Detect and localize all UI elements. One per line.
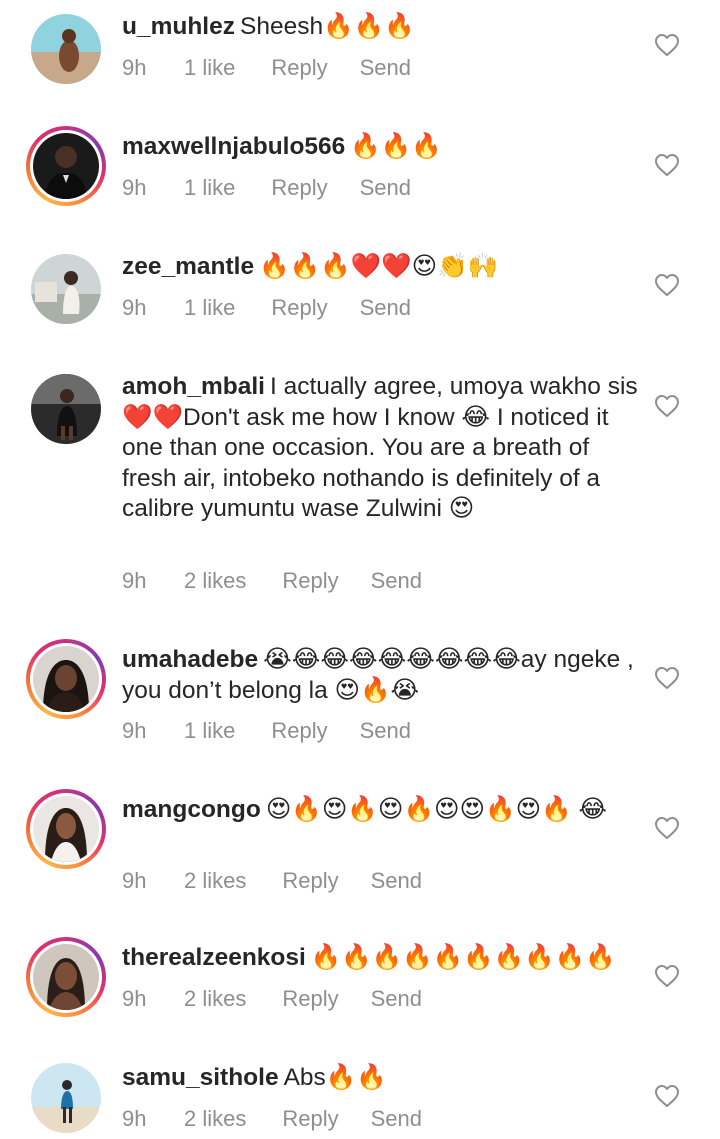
heart-outline-icon[interactable] <box>654 1084 680 1108</box>
send-button[interactable]: Send <box>360 718 411 744</box>
heart-outline-icon[interactable] <box>654 666 680 690</box>
comment-likes[interactable]: 2 likes <box>184 868 246 894</box>
comment-body: therealzeenkosi 🔥🔥🔥🔥🔥🔥🔥🔥🔥🔥 <box>122 943 642 974</box>
avatar[interactable] <box>26 9 106 89</box>
avatar[interactable] <box>26 1058 106 1138</box>
avatar-image <box>33 646 99 712</box>
comment-time: 9h <box>122 568 147 593</box>
comment-time: 9h <box>122 1106 147 1131</box>
comment-text: 🔥🔥🔥 <box>350 133 442 160</box>
send-button[interactable]: Send <box>371 568 422 594</box>
avatar[interactable] <box>26 126 106 206</box>
comment-likes[interactable]: 1 like <box>184 295 235 321</box>
reply-button[interactable]: Reply <box>271 175 327 201</box>
comment-meta: 9h 2 likes Reply Send <box>122 1106 422 1132</box>
comment-time: 9h <box>122 295 147 320</box>
comment-meta: 9h 1 like Reply Send <box>122 718 411 744</box>
heart-outline-icon[interactable] <box>654 816 680 840</box>
comment-meta: 9h 2 likes Reply Send <box>122 868 422 894</box>
avatar[interactable] <box>26 249 106 329</box>
comment-meta: 9h 1 like Reply Send <box>122 55 411 81</box>
comment-username[interactable]: umahadebe <box>122 646 258 673</box>
comment-text: Sheesh🔥🔥🔥 <box>240 13 415 40</box>
avatar[interactable] <box>26 937 106 1017</box>
comment-text: Abs🔥🔥 <box>283 1064 387 1091</box>
avatar[interactable] <box>26 789 106 869</box>
avatar-image <box>33 796 99 862</box>
reply-button[interactable]: Reply <box>271 55 327 81</box>
comment-meta: 9h 2 likes Reply Send <box>122 568 422 594</box>
comment-meta: 9h 1 like Reply Send <box>122 295 411 321</box>
avatar-image <box>31 1063 101 1133</box>
heart-outline-icon[interactable] <box>654 964 680 988</box>
send-button[interactable]: Send <box>371 868 422 894</box>
reply-button[interactable]: Reply <box>271 718 327 744</box>
avatar-image <box>31 14 101 84</box>
avatar-image <box>33 944 99 1010</box>
avatar-image <box>31 374 101 444</box>
send-button[interactable]: Send <box>371 986 422 1012</box>
comment-body: amoh_mbali I actually agree, umoya wakho … <box>122 372 642 525</box>
avatar-image <box>31 254 101 324</box>
heart-outline-icon[interactable] <box>654 153 680 177</box>
comment-body: umahadebe 😭😂😂😂😂😂😂😂😂ay ngeke , you don’t b… <box>122 645 642 706</box>
comment-text: 🔥🔥🔥🔥🔥🔥🔥🔥🔥🔥 <box>310 944 616 971</box>
comment-body: zee_mantle 🔥🔥🔥❤️❤️😍👏🙌 <box>122 252 642 283</box>
comment-likes[interactable]: 2 likes <box>184 568 246 594</box>
comment-likes[interactable]: 1 like <box>184 55 235 81</box>
reply-button[interactable]: Reply <box>282 1106 338 1132</box>
comment-likes[interactable]: 2 likes <box>184 1106 246 1132</box>
comment-meta: 9h 1 like Reply Send <box>122 175 411 201</box>
heart-outline-icon[interactable] <box>654 33 680 57</box>
comment-username[interactable]: amoh_mbali <box>122 373 265 400</box>
send-button[interactable]: Send <box>360 295 411 321</box>
avatar-ring-gap <box>30 130 102 202</box>
reply-button[interactable]: Reply <box>282 986 338 1012</box>
send-button[interactable]: Send <box>371 1106 422 1132</box>
comment-time: 9h <box>122 986 147 1011</box>
reply-button[interactable]: Reply <box>282 868 338 894</box>
comment-time: 9h <box>122 718 147 743</box>
comment-text: 😍🔥😍🔥😍🔥😍😍🔥😍🔥 😂 <box>265 796 608 823</box>
comment-body: samu_sithole Abs🔥🔥 <box>122 1063 642 1094</box>
avatar-ring-gap <box>30 643 102 715</box>
comment-time: 9h <box>122 175 147 200</box>
send-button[interactable]: Send <box>360 175 411 201</box>
comment-likes[interactable]: 2 likes <box>184 986 246 1012</box>
reply-button[interactable]: Reply <box>271 295 327 321</box>
comment-username[interactable]: mangcongo <box>122 796 261 823</box>
comment-body: maxwellnjabulo566 🔥🔥🔥 <box>122 132 642 163</box>
comment-likes[interactable]: 1 like <box>184 718 235 744</box>
comment-likes[interactable]: 1 like <box>184 175 235 201</box>
comment-body: mangcongo 😍🔥😍🔥😍🔥😍😍🔥😍🔥 😂 <box>122 795 642 826</box>
comment-text: 🔥🔥🔥❤️❤️😍👏🙌 <box>259 253 499 280</box>
avatar-ring-gap <box>30 941 102 1013</box>
heart-outline-icon[interactable] <box>654 273 680 297</box>
comment-username[interactable]: u_muhlez <box>122 13 235 40</box>
send-button[interactable]: Send <box>360 55 411 81</box>
comment-username[interactable]: maxwellnjabulo566 <box>122 133 345 160</box>
comment-username[interactable]: samu_sithole <box>122 1064 279 1091</box>
comment-meta: 9h 2 likes Reply Send <box>122 986 422 1012</box>
comment-body: u_muhlez Sheesh🔥🔥🔥 <box>122 12 642 43</box>
comment-time: 9h <box>122 55 147 80</box>
heart-outline-icon[interactable] <box>654 394 680 418</box>
avatar[interactable] <box>26 369 106 449</box>
reply-button[interactable]: Reply <box>282 568 338 594</box>
comment-username[interactable]: zee_mantle <box>122 253 254 280</box>
avatar-ring-gap <box>30 793 102 865</box>
avatar[interactable] <box>26 639 106 719</box>
comment-time: 9h <box>122 868 147 893</box>
comment-username[interactable]: therealzeenkosi <box>122 944 306 971</box>
avatar-image <box>33 133 99 199</box>
